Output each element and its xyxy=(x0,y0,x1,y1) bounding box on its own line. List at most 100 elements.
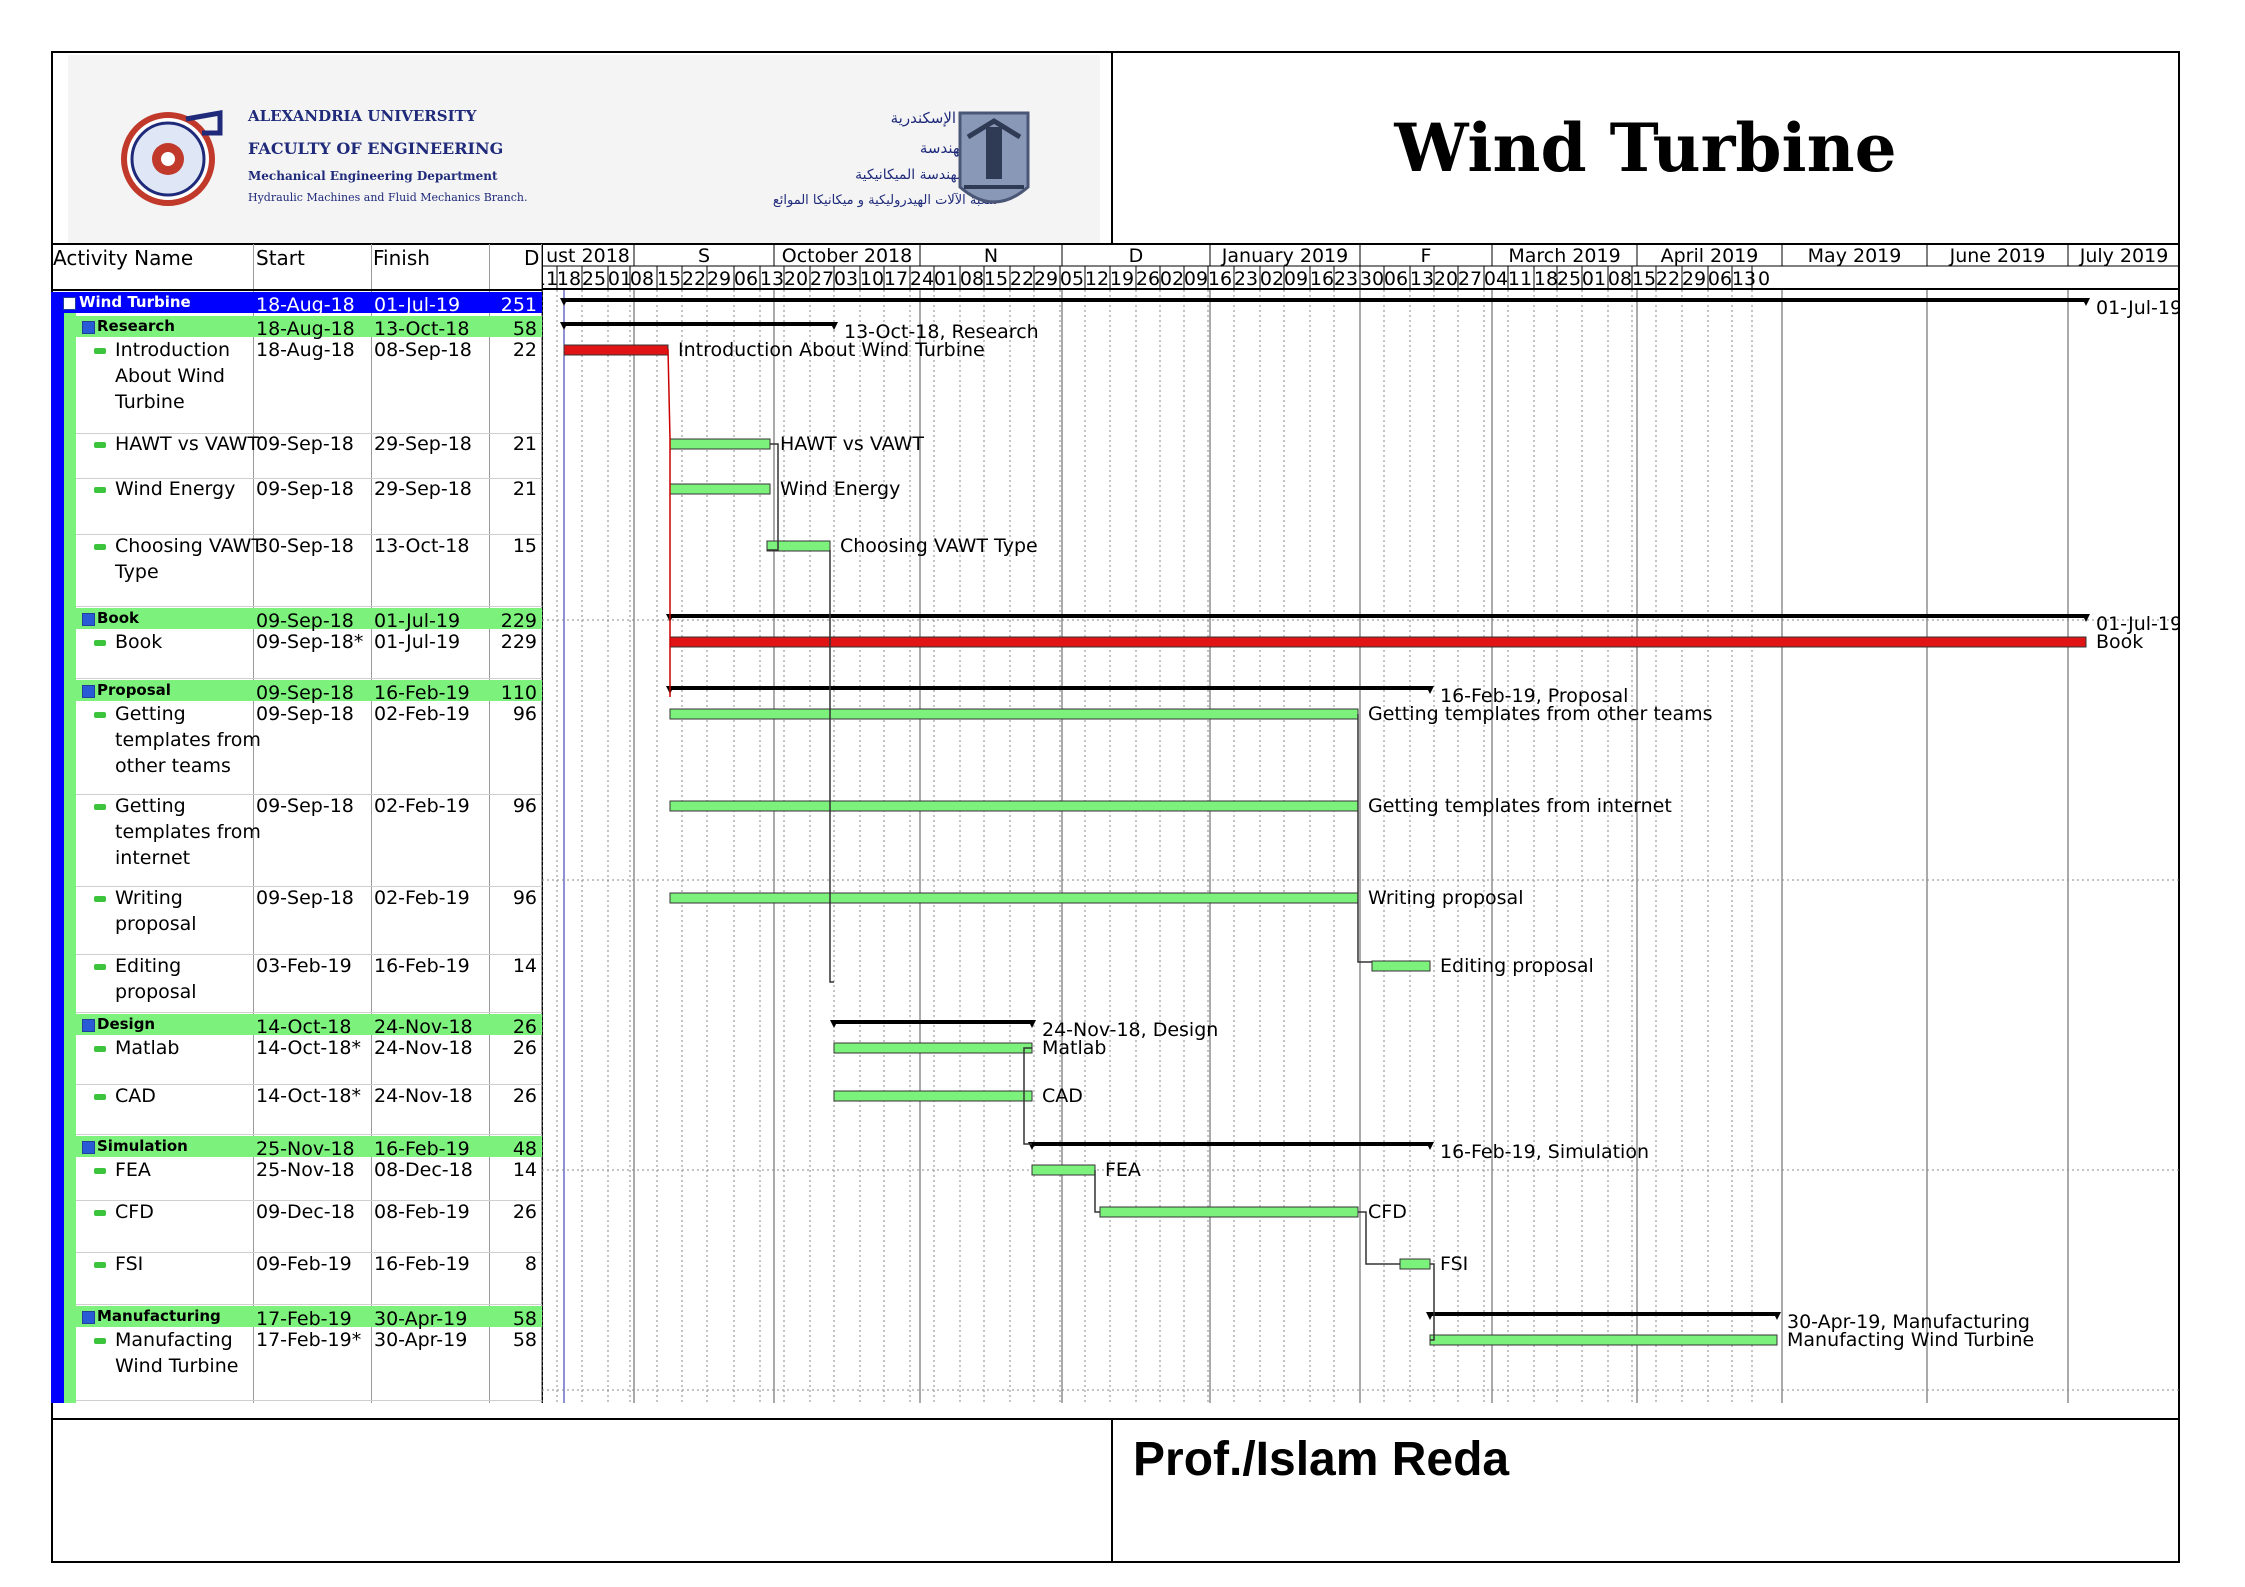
task-duration: 14 xyxy=(512,955,537,977)
task-duration: 251 xyxy=(500,294,537,316)
week-label: 02 xyxy=(1160,268,1184,290)
task-duration: 58 xyxy=(512,1329,537,1351)
task-bar xyxy=(1031,1164,1096,1176)
task-start: 09-Sep-18 xyxy=(256,795,354,817)
task-name: Wind Energy xyxy=(115,478,236,500)
task-bar xyxy=(1399,1258,1431,1270)
summary-bar xyxy=(670,686,1430,690)
week-label: 15 xyxy=(984,268,1008,290)
week-label: 08 xyxy=(1608,268,1632,290)
task-bar-label: Wind Energy xyxy=(780,478,900,500)
task-name: proposal xyxy=(115,981,197,1003)
task-finish: 13-Oct-18 xyxy=(374,535,470,557)
task-finish: 29-Sep-18 xyxy=(374,478,472,500)
task-bar xyxy=(669,438,771,450)
task-name: Manufacturing xyxy=(97,1307,221,1325)
task-name: CFD xyxy=(115,1201,154,1223)
task-bar-label: Matlab xyxy=(1042,1037,1106,1059)
task-duration: 96 xyxy=(512,703,537,725)
task-name: Research xyxy=(97,317,175,335)
summary-outline-bar xyxy=(64,292,76,1403)
week-label: 27 xyxy=(810,268,834,290)
week-label: 15 xyxy=(657,268,681,290)
task-name: Wind Turbine xyxy=(115,1355,239,1377)
header-logo-panel: ALEXANDRIA UNIVERSITY FACULTY OF ENGINEE… xyxy=(68,55,1100,243)
month-label: March 2019 xyxy=(1508,245,1620,267)
week-label: 0 xyxy=(1758,268,1770,290)
task-start: 09-Feb-19 xyxy=(256,1253,352,1275)
task-bar-label: Book xyxy=(2096,631,2143,653)
row-separator xyxy=(76,1400,542,1401)
task-bar xyxy=(1371,960,1431,972)
summary-task-icon xyxy=(82,613,95,626)
week-label: 01 xyxy=(934,268,958,290)
task-finish: 02-Feb-19 xyxy=(374,887,470,909)
summary-task-icon xyxy=(82,685,95,698)
summary-task-icon xyxy=(82,321,95,334)
faculty-name-ar: كلية الهندسة xyxy=(919,139,998,157)
task-finish: 08-Dec-18 xyxy=(374,1159,473,1181)
task-name: templates from xyxy=(115,821,261,843)
task-start: 09-Sep-18 xyxy=(256,887,354,909)
column-divider xyxy=(489,244,490,1403)
task-finish: 01-Jul-19 xyxy=(374,631,461,653)
month-label: F xyxy=(1421,245,1432,267)
task-icon xyxy=(94,442,106,448)
footer-divider xyxy=(1111,1420,1113,1563)
task-bar-label: Getting templates from other teams xyxy=(1368,703,1713,725)
task-name: Getting xyxy=(115,795,186,817)
dependency-connector xyxy=(667,348,671,697)
row-separator xyxy=(76,606,542,607)
task-duration: 26 xyxy=(512,1201,537,1223)
branch-name-ar: شعبة الآلات الهيدروليكية و ميكانيكا المو… xyxy=(772,193,998,208)
week-label: 09 xyxy=(1284,268,1308,290)
week-label: 11 xyxy=(1508,268,1532,290)
task-start: 18-Aug-18 xyxy=(256,294,355,316)
week-label: 22 xyxy=(1656,268,1680,290)
department-name-ar: قسم الهندسة الميكانيكية xyxy=(855,167,998,183)
page-title: Wind Turbine xyxy=(1394,109,1897,187)
faculty-name-en: FACULTY OF ENGINEERING xyxy=(248,139,504,158)
task-finish: 24-Nov-18 xyxy=(374,1037,473,1059)
task-duration: 8 xyxy=(524,1253,537,1275)
task-start: 09-Sep-18 xyxy=(256,433,354,455)
summary-bar xyxy=(1430,1312,1777,1316)
week-label: 18 xyxy=(1534,268,1558,290)
week-label: 16 xyxy=(1310,268,1334,290)
task-icon xyxy=(94,348,106,354)
task-bar-label: Introduction About Wind Turbine xyxy=(678,339,985,361)
task-name: Manufacting xyxy=(115,1329,233,1351)
summary-bar xyxy=(1032,1142,1430,1146)
task-name: Book xyxy=(97,609,140,627)
task-start: 14-Oct-18* xyxy=(256,1085,361,1107)
task-bar-label: FSI xyxy=(1440,1253,1468,1275)
week-label: 17 xyxy=(884,268,908,290)
task-duration: 96 xyxy=(512,887,537,909)
month-label: January 2019 xyxy=(1221,245,1348,267)
week-label: 12 xyxy=(1085,268,1109,290)
summary-bar-label: 16-Feb-19, Simulation xyxy=(1440,1141,1649,1163)
task-start: 18-Aug-18 xyxy=(256,339,355,361)
summary-bar xyxy=(564,298,2086,302)
task-icon xyxy=(94,1046,106,1052)
week-label: 04 xyxy=(1484,268,1508,290)
week-label: 13 xyxy=(1410,268,1434,290)
task-bar xyxy=(669,708,1359,720)
task-name: FSI xyxy=(115,1253,144,1275)
alexandria-university-emblem xyxy=(958,111,1030,204)
week-label: 01 xyxy=(1582,268,1606,290)
week-label: 20 xyxy=(1434,268,1458,290)
week-label: 22 xyxy=(1010,268,1034,290)
task-bar xyxy=(833,1042,1033,1054)
critical-task-bar xyxy=(669,636,2087,648)
task-start: 09-Sep-18 xyxy=(256,703,354,725)
week-label: 06 xyxy=(1708,268,1732,290)
task-bar xyxy=(1099,1206,1359,1218)
summary-task-icon xyxy=(82,1141,95,1154)
task-name: FEA xyxy=(115,1159,151,1181)
task-name: other teams xyxy=(115,755,231,777)
week-label: 08 xyxy=(960,268,984,290)
task-name: About Wind xyxy=(115,365,225,387)
task-duration: 26 xyxy=(512,1037,537,1059)
dependency-connector xyxy=(1094,1170,1100,1213)
